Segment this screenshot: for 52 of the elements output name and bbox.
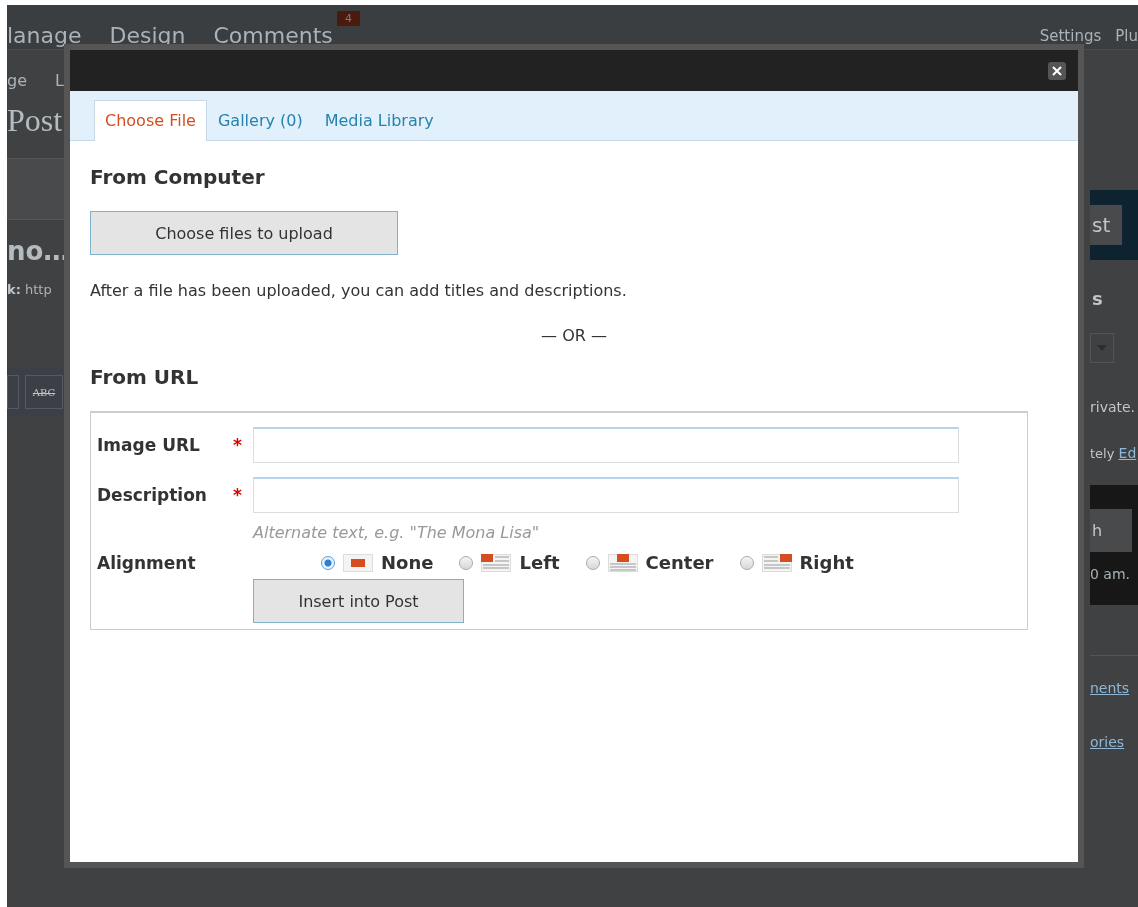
- subnav-link[interactable]: L: [55, 70, 64, 90]
- nav-link[interactable]: Plu: [1115, 27, 1138, 49]
- separator-text: — OR —: [540, 326, 608, 345]
- field-label: Alignment: [97, 552, 197, 573]
- sidebar-link[interactable]: ories: [1090, 734, 1138, 750]
- radio-button[interactable]: [459, 555, 474, 570]
- alignment-option-label: Right: [799, 552, 854, 573]
- schedule-text: tely: [1090, 446, 1115, 461]
- alignment-option-label: Left: [519, 552, 560, 573]
- close-icon: [1052, 65, 1062, 76]
- insert-button[interactable]: Insert into Post: [253, 579, 464, 623]
- alignment-option-label: None: [381, 552, 434, 573]
- section-heading: From URL: [90, 365, 200, 389]
- nav-link[interactable]: lanage: [7, 25, 82, 49]
- post-title: no…: [7, 236, 69, 266]
- tab[interactable]: Gallery (0): [206, 100, 314, 141]
- subnav-link[interactable]: ge: [7, 70, 27, 90]
- permalink-text: http: [25, 282, 52, 297]
- close-button[interactable]: [1048, 61, 1066, 80]
- align-center-icon: [607, 553, 638, 572]
- align-left-icon: [481, 553, 512, 572]
- toolbar-button[interactable]: [7, 375, 19, 409]
- align-none-icon: [343, 553, 373, 572]
- field-label: Image URL: [97, 435, 201, 455]
- comment-count-badge: 4: [337, 11, 360, 26]
- permalink-label: k:: [7, 282, 21, 297]
- tab[interactable]: Media Library: [313, 100, 445, 141]
- page-title: Post: [7, 102, 64, 140]
- time-text: 0 am.: [1090, 565, 1132, 582]
- alignment-option-label: Center: [645, 552, 714, 573]
- sidebar-link[interactable]: nents: [1090, 680, 1138, 696]
- radio-button[interactable]: [739, 555, 754, 570]
- input-field[interactable]: [253, 477, 959, 513]
- dropdown[interactable]: [1090, 333, 1114, 363]
- required-mark: *: [233, 485, 243, 505]
- visibility-text: rivate.: [1090, 399, 1137, 415]
- align-right-icon: [761, 553, 792, 572]
- section-heading: From Computer: [90, 165, 266, 189]
- radio-button[interactable]: [321, 555, 335, 570]
- strikethrough-button[interactable]: ABC: [25, 375, 63, 409]
- input-field[interactable]: [253, 427, 959, 463]
- upload-note: After a file has been uploaded, you can add titles and descriptions.: [90, 281, 628, 300]
- tab[interactable]: Choose File: [94, 100, 207, 141]
- field-label: Description: [97, 485, 208, 505]
- box-heading: s: [1091, 288, 1104, 309]
- publish-button[interactable]: st: [1090, 205, 1123, 245]
- field-hint: Alternate text, e.g. "The Mona Lisa": [253, 523, 541, 542]
- publish-action-button[interactable]: h: [1090, 508, 1133, 552]
- radio-button[interactable]: [585, 555, 600, 570]
- upload-button[interactable]: Choose files to upload: [90, 211, 398, 255]
- required-mark: *: [233, 435, 243, 455]
- edit-link[interactable]: Ed: [1118, 445, 1137, 461]
